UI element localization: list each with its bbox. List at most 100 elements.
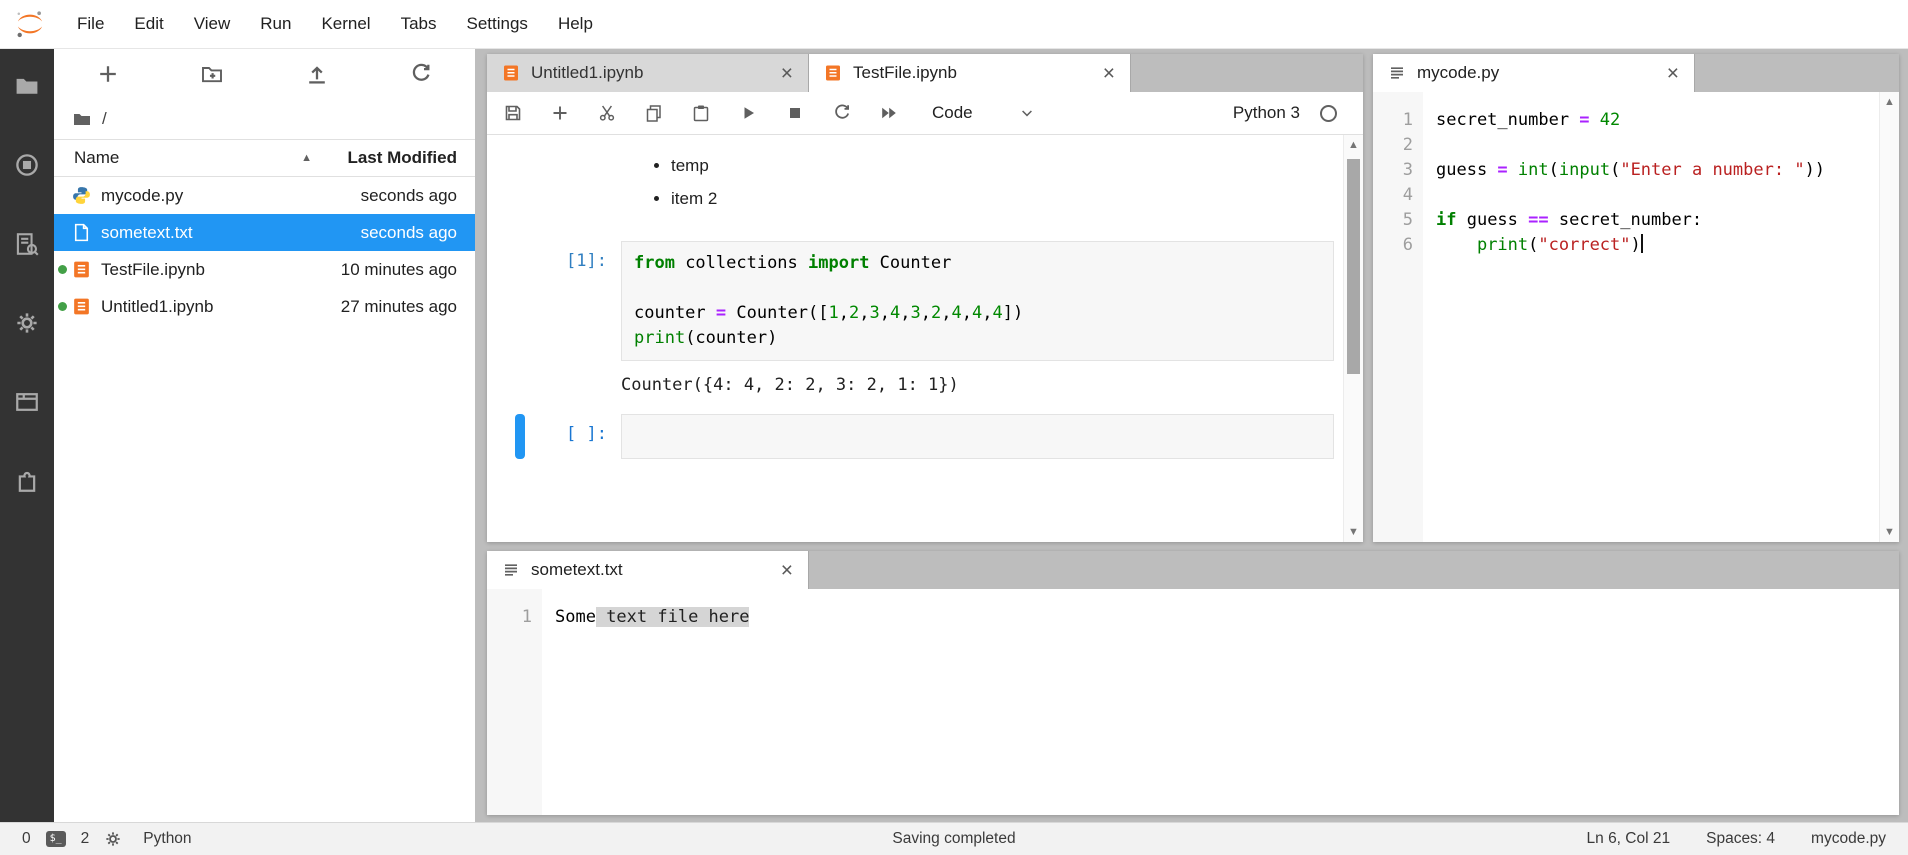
tab-sometext-txt[interactable]: sometext.txt ×	[487, 551, 809, 589]
scroll-down-icon[interactable]: ▼	[1880, 522, 1899, 542]
file-modified: 10 minutes ago	[341, 260, 457, 280]
notebook-scrollbar: ▲ ▼	[1343, 135, 1363, 542]
tab-testfile-ipynb[interactable]: TestFile.ipynb ×	[809, 54, 1131, 92]
file-name: Untitled1.ipynb	[101, 297, 341, 317]
menu-bar: File Edit View Run Kernel Tabs Settings …	[0, 0, 1908, 49]
scroll-up-icon[interactable]: ▲	[1880, 92, 1899, 112]
editor-scrollbar: ▲ ▼	[1879, 92, 1899, 542]
scrollbar-thumb[interactable]	[1347, 159, 1360, 374]
language-mode: Python	[143, 830, 191, 848]
column-header-name[interactable]: Name	[74, 148, 119, 168]
sort-ascending-icon[interactable]: ▲	[301, 152, 312, 164]
notebook-content: temp item 2 [1]: from collections import…	[487, 135, 1363, 542]
editor-tab-bar: mycode.py ×	[1373, 54, 1899, 92]
refresh-icon[interactable]	[409, 62, 433, 86]
files-icon[interactable]	[14, 73, 40, 99]
stop-kernel-icon[interactable]	[785, 103, 805, 123]
file-row-untitled1[interactable]: Untitled1.ipynb 27 minutes ago	[54, 288, 475, 325]
file-browser-toolbar	[54, 49, 475, 99]
tab-label: mycode.py	[1417, 63, 1652, 83]
menu-kernel[interactable]: Kernel	[306, 14, 385, 34]
execution-prompt: [ ]:	[487, 414, 621, 459]
cut-cells-icon[interactable]	[597, 103, 617, 123]
text-editor-content: 1 Some text file here	[487, 589, 1899, 815]
jupyter-logo-icon	[14, 8, 46, 40]
text-editor-area[interactable]: Some text file here	[542, 589, 749, 815]
running-sessions-icon[interactable]	[14, 152, 40, 178]
output-prompt	[487, 369, 621, 398]
terminals-count[interactable]: 0	[22, 830, 31, 848]
menu-view[interactable]: View	[179, 14, 246, 34]
markdown-cell[interactable]: temp item 2	[487, 149, 1343, 215]
status-bar: Saving completed 0 $_ 2 Python Ln 6, Col…	[0, 822, 1908, 855]
empty-code-cell: [ ]:	[487, 414, 1343, 459]
tab-untitled1-ipynb[interactable]: Untitled1.ipynb ×	[487, 54, 809, 92]
file-modified: seconds ago	[361, 186, 457, 206]
menu-settings[interactable]: Settings	[452, 14, 543, 34]
file-modified: 27 minutes ago	[341, 297, 457, 317]
python-file-icon	[71, 185, 92, 206]
extensions-icon[interactable]	[14, 468, 40, 494]
kernel-selector[interactable]: Python 3	[1233, 103, 1347, 123]
file-browser-panel: / Name ▲ Last Modified mycode.py s	[54, 49, 475, 822]
column-header-last-modified[interactable]: Last Modified	[312, 148, 457, 168]
notebook-toolbar: Code Python 3	[487, 92, 1363, 135]
terminal-icon[interactable]: $_	[46, 831, 66, 847]
text-document-icon	[1387, 63, 1407, 83]
new-launcher-icon[interactable]	[96, 62, 120, 86]
text-document-icon	[501, 560, 521, 580]
tabs-icon[interactable]	[14, 389, 40, 415]
scroll-up-icon[interactable]: ▲	[1344, 135, 1363, 155]
restart-kernel-icon[interactable]	[832, 103, 852, 123]
editor-panel: mycode.py × 123456 secret_number = 42 gu…	[1373, 54, 1899, 542]
copy-cells-icon[interactable]	[644, 103, 664, 123]
run-cell-icon[interactable]	[738, 103, 758, 123]
file-row-testfile[interactable]: TestFile.ipynb 10 minutes ago	[54, 251, 475, 288]
left-activity-bar	[0, 49, 54, 822]
code-editor-area[interactable]: secret_number = 42 guess = int(input("En…	[1423, 92, 1825, 542]
close-icon[interactable]: ×	[776, 63, 798, 84]
notebook-panel: Untitled1.ipynb × TestFile.ipynb ×	[487, 54, 1363, 542]
tab-mycode-py[interactable]: mycode.py ×	[1373, 54, 1695, 92]
property-inspector-gear-icon[interactable]	[14, 310, 40, 336]
execution-prompt: [1]:	[487, 241, 621, 361]
restart-run-all-icon[interactable]	[879, 103, 899, 123]
cell-type-value: Code	[932, 103, 973, 123]
menu-run[interactable]: Run	[245, 14, 306, 34]
close-icon[interactable]: ×	[776, 560, 798, 581]
breadcrumb-root[interactable]: /	[102, 109, 107, 129]
indent-setting[interactable]: Spaces: 4	[1706, 830, 1775, 848]
notebook-file-icon	[71, 296, 92, 317]
dock-area: Untitled1.ipynb × TestFile.ipynb ×	[475, 49, 1908, 822]
kernels-count[interactable]: 2	[81, 830, 90, 848]
jupyterlab-app: File Edit View Run Kernel Tabs Settings …	[0, 0, 1908, 855]
editor-content: 123456 secret_number = 42 guess = int(in…	[1373, 92, 1899, 542]
inspector-icon[interactable]	[14, 231, 40, 257]
kernel-idle-status-icon[interactable]	[1320, 105, 1337, 122]
insert-cell-icon[interactable]	[550, 103, 570, 123]
cell-collapser[interactable]	[515, 414, 525, 459]
upload-icon[interactable]	[305, 62, 329, 86]
close-icon[interactable]: ×	[1662, 63, 1684, 84]
breadcrumb[interactable]: /	[54, 99, 475, 139]
paste-cells-icon[interactable]	[691, 103, 711, 123]
code-cell-input[interactable]	[621, 414, 1334, 459]
active-file-name: mycode.py	[1811, 830, 1886, 848]
close-icon[interactable]: ×	[1098, 63, 1120, 84]
file-row-mycode[interactable]: mycode.py seconds ago	[54, 177, 475, 214]
scroll-down-icon[interactable]: ▼	[1344, 522, 1363, 542]
code-cell-input[interactable]: from collections import Counter counter …	[621, 241, 1334, 361]
file-name: mycode.py	[101, 186, 361, 206]
notebook-file-icon	[501, 63, 521, 83]
kernel-running-dot	[58, 302, 67, 311]
file-row-sometext[interactable]: sometext.txt seconds ago	[54, 214, 475, 251]
menu-help[interactable]: Help	[543, 14, 608, 34]
menu-tabs[interactable]: Tabs	[386, 14, 452, 34]
menu-file[interactable]: File	[62, 14, 119, 34]
new-folder-icon[interactable]	[200, 62, 224, 86]
cell-type-dropdown[interactable]: Code	[932, 103, 1035, 123]
menu-edit[interactable]: Edit	[119, 14, 178, 34]
kernel-gear-icon[interactable]	[104, 830, 122, 848]
cursor-position[interactable]: Ln 6, Col 21	[1587, 830, 1671, 848]
save-icon[interactable]	[503, 103, 523, 123]
